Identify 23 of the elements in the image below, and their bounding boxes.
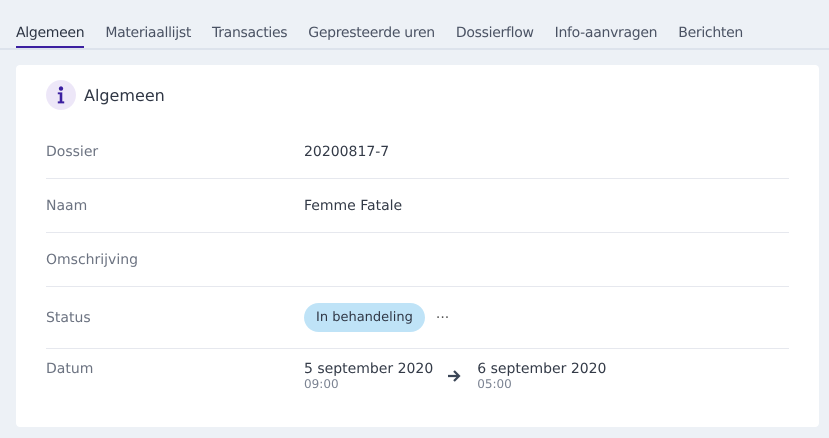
- field-label: Status: [46, 310, 92, 326]
- tab[interactable]: Info-aanvragen: [554, 17, 658, 48]
- tab[interactable]: Dossierflow: [456, 17, 534, 48]
- more-button[interactable]: ···: [432, 310, 452, 326]
- tab[interactable]: Gepresteerde uren: [308, 17, 435, 48]
- status-badge: In behandeling: [304, 303, 425, 332]
- field-label: Omschrijving: [46, 252, 139, 268]
- start-date: 5 september 2020: [304, 361, 434, 377]
- end-date: 6 september 2020: [477, 361, 606, 377]
- field-value: 20200817-7: [304, 144, 390, 160]
- field-label: Dossier: [46, 144, 100, 160]
- start-time: 09:00: [304, 377, 340, 391]
- tab[interactable]: Algemeen: [16, 17, 84, 48]
- tab[interactable]: Materiaallijst: [105, 17, 192, 48]
- field-value: Femme Fatale: [304, 198, 402, 214]
- end-time: 05:00: [477, 377, 513, 391]
- info-icon: [46, 80, 76, 110]
- field-label: Datum: [46, 361, 94, 377]
- tab[interactable]: Berichten: [678, 17, 743, 48]
- arrow-right-icon: [447, 369, 462, 383]
- field-label: Naam: [46, 198, 88, 214]
- card-title: Algemeen: [84, 86, 165, 104]
- tab[interactable]: Transacties: [212, 17, 288, 48]
